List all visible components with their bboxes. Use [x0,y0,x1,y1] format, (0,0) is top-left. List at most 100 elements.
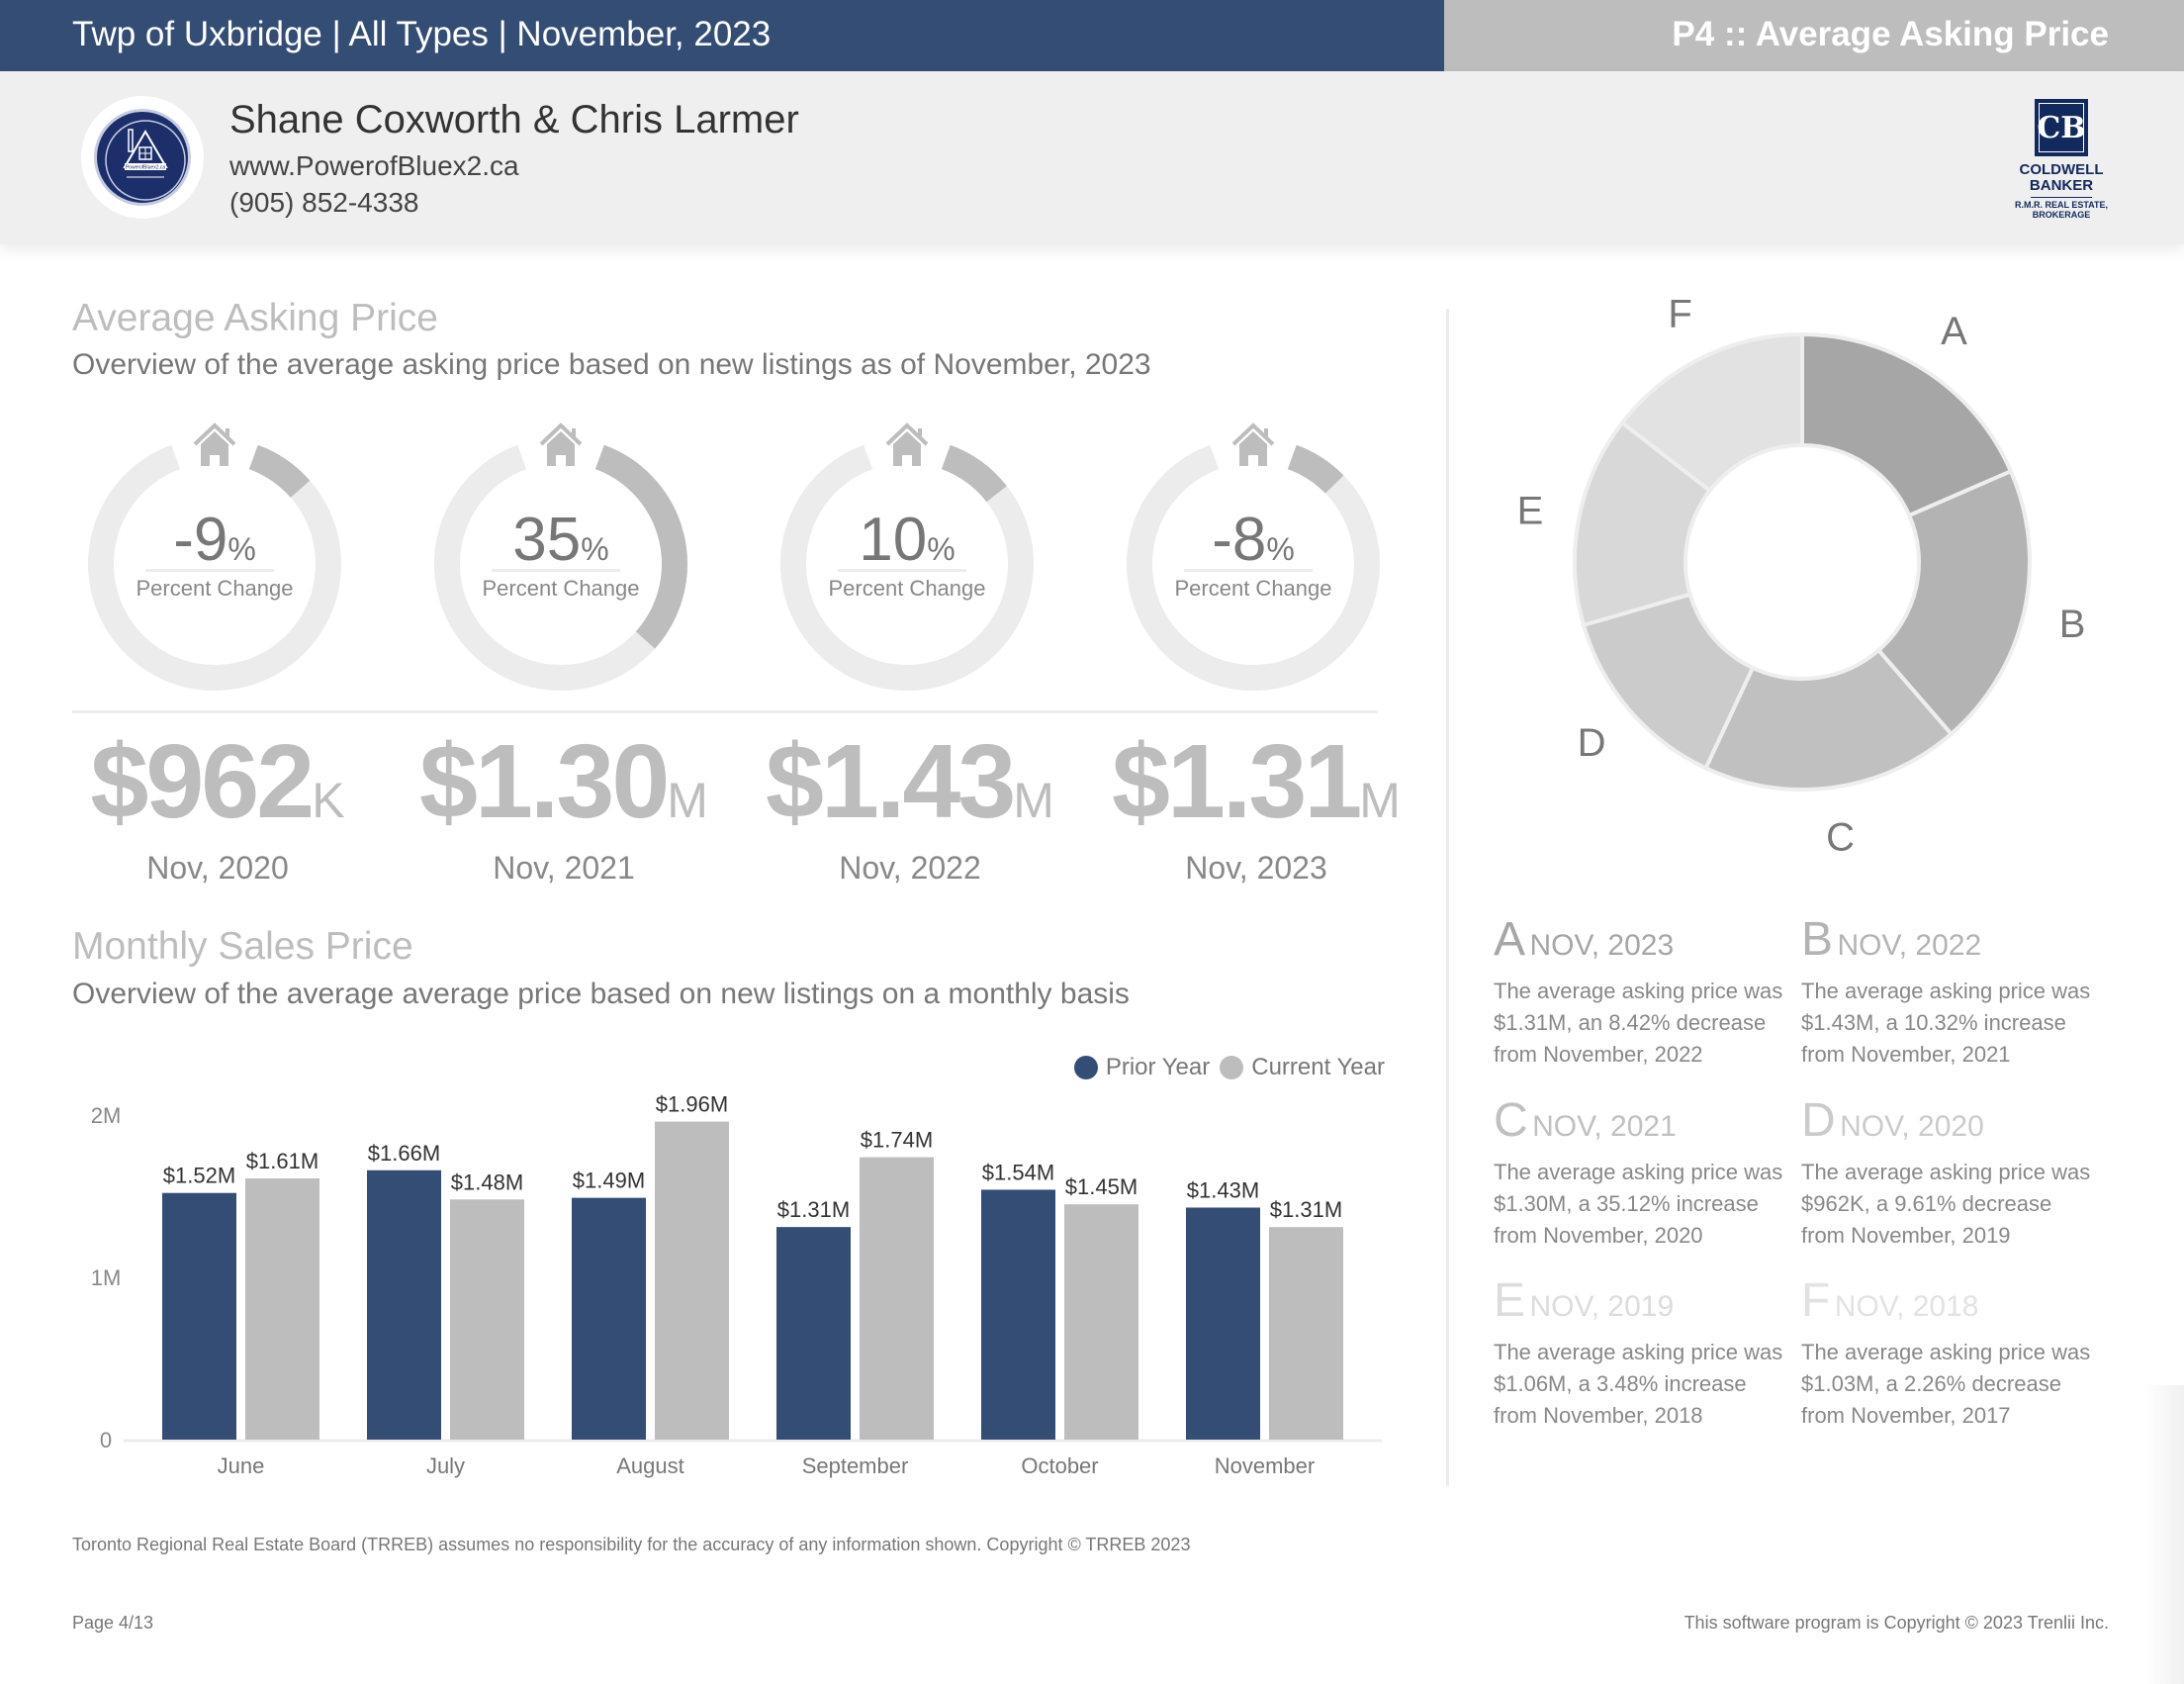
gauge-fill [1287,444,1344,494]
price-number: $1.30 [419,723,670,840]
x-tick-label: July [426,1453,465,1478]
bar-data-label: $1.54M [982,1160,1054,1184]
card-description: The average asking price was $962K, a 9.6… [1801,1157,2098,1252]
card-date: NOV, 2018 [1834,1290,1979,1323]
chart-legend: Prior Year Current Year [1073,1054,1385,1081]
y-tick-label: 1M [91,1265,122,1290]
agent-name: Shane Coxworth & Chris Larmer [229,98,799,141]
card-line: The average asking price was [1801,1160,2091,1184]
x-tick-label: September [802,1453,909,1478]
donut-label: A [1941,310,1967,353]
section-divider [72,710,1378,713]
yearly-price: $1.31M Nov, 2023 [1088,722,1424,887]
card-letter: C [1494,1094,1528,1147]
footer-disclaimer: Toronto Regional Real Estate Board (TRRE… [72,1535,1191,1554]
card-date: NOV, 2023 [1529,929,1675,962]
card-line: from November, 2018 [1494,1403,1703,1428]
gauge-rule [145,569,274,572]
card-description: The average asking price was $1.31M, an 8… [1494,976,1790,1071]
card-letter: E [1494,1274,1526,1327]
bar-data-label: $1.66M [368,1141,440,1166]
card-description: The average asking price was $1.06M, a 3.… [1494,1337,1790,1432]
card-description: The average asking price was $1.03M, a 2.… [1801,1337,2098,1432]
donut-label: C [1826,815,1855,859]
card-letter: A [1494,913,1526,966]
card-line: $962K, a 9.61% decrease [1801,1191,2052,1216]
gauge-rule [492,569,620,572]
bar-data-label: $1.48M [451,1169,523,1194]
y-tick-label: 0 [100,1428,112,1452]
percent-change-gauge: -9% Percent Change [81,421,348,707]
year-summary-card: F NOV, 2018 The average asking price was $… [1801,1276,2098,1432]
bar-current-year [450,1199,524,1440]
card-heading: E NOV, 2019 [1494,1276,1790,1337]
gauge-number: -8 [1212,506,1267,574]
bar-data-label: $1.49M [573,1169,645,1193]
agent-logo: PowerofBluex2.ca [81,96,204,219]
cb-monogram-icon: CB [2035,99,2088,156]
yearly-price: $1.30M Nov, 2021 [396,722,732,887]
agent-website[interactable]: www.PowerofBluex2.ca [229,150,519,182]
x-tick-label: October [1021,1453,1098,1478]
gauge-unit: % [228,531,256,567]
card-line: from November, 2021 [1801,1042,2011,1067]
donut-label: B [2059,603,2086,646]
brokerage-sub-1: R.M.R. REAL ESTATE, [2014,200,2108,210]
x-tick-label: November [1215,1453,1315,1478]
x-tick-label: June [218,1453,265,1478]
house-logo-icon: PowerofBluex2.ca [94,109,191,206]
card-date: NOV, 2022 [1837,929,1982,962]
gauge-rule [838,569,966,572]
brokerage-sub-2: BROKERAGE [2032,210,2091,220]
card-date: NOV, 2019 [1529,1290,1675,1323]
legend-prior-year: Prior Year [1073,1054,1211,1081]
card-line: $1.31M, an 8.42% decrease [1494,1010,1767,1035]
brokerage-divider [2031,197,2092,198]
card-line: from November, 2017 [1801,1403,2011,1428]
brokerage-name-1: COLDWELL [2019,161,2104,178]
card-line: from November, 2019 [1801,1223,2011,1248]
bar-data-label: $1.74M [861,1128,933,1153]
bar-data-label: $1.43M [1187,1177,1259,1202]
vertical-divider [1446,309,1449,1486]
card-line: The average asking price was [1494,1160,1783,1184]
y-tick-label: 2M [91,1103,122,1128]
card-line: $1.06M, a 3.48% increase [1494,1371,1747,1396]
brokerage-logo: CB COLDWELL BANKER R.M.R. REAL ESTATE, B… [2010,99,2113,220]
card-line: from November, 2022 [1494,1042,1703,1067]
agent-phone[interactable]: (905) 852-4338 [229,187,418,219]
page-title: P4 :: Average Asking Price [1444,0,2184,71]
card-line: $1.03M, a 2.26% decrease [1801,1371,2061,1396]
price-number: $1.31 [1112,723,1362,840]
card-line: The average asking price was [1494,979,1783,1003]
gauge-rule [1184,569,1313,572]
percent-change-gauge: 35% Percent Change [427,421,694,707]
donut-chart: A B C D E F [1517,297,2086,859]
bar-current-year [1269,1227,1343,1440]
card-description: The average asking price was $1.43M, a 10… [1801,976,2098,1071]
price-number: $962 [90,723,315,840]
gauge-value: -9% [81,505,348,575]
bar-data-label: $1.96M [656,1092,728,1117]
bar-data-label: $1.45M [1065,1174,1138,1199]
bar-prior-year [572,1197,646,1440]
top-bar: Twp of Uxbridge | All Types | November, … [0,0,2184,71]
donut-label: F [1668,297,1691,336]
monthly-bar-chart: Prior Year Current Year 0 1M 2M $1.52M $1.61… [59,1044,1385,1489]
card-date: NOV, 2020 [1840,1110,1984,1143]
legend-label-prior: Prior Year [1105,1054,1211,1080]
card-line: The average asking price was [1801,979,2091,1003]
bar-current-year [1064,1204,1138,1440]
year-summary-card: E NOV, 2019 The average asking price was $… [1494,1276,1790,1432]
monthly-section-title: Monthly Sales Price [72,925,413,968]
gauge-unit: % [927,531,956,567]
bar-current-year [655,1121,729,1440]
gauge-label: Percent Change [482,576,640,601]
card-line: The average asking price was [1801,1340,2091,1364]
card-letter: F [1801,1274,1831,1327]
card-line: The average asking price was [1494,1340,1783,1364]
house-icon [885,422,929,466]
year-summary-card: D NOV, 2020 The average asking price was $… [1801,1096,2098,1252]
bar-prior-year [162,1192,236,1440]
gauge-number: 35 [512,506,582,574]
